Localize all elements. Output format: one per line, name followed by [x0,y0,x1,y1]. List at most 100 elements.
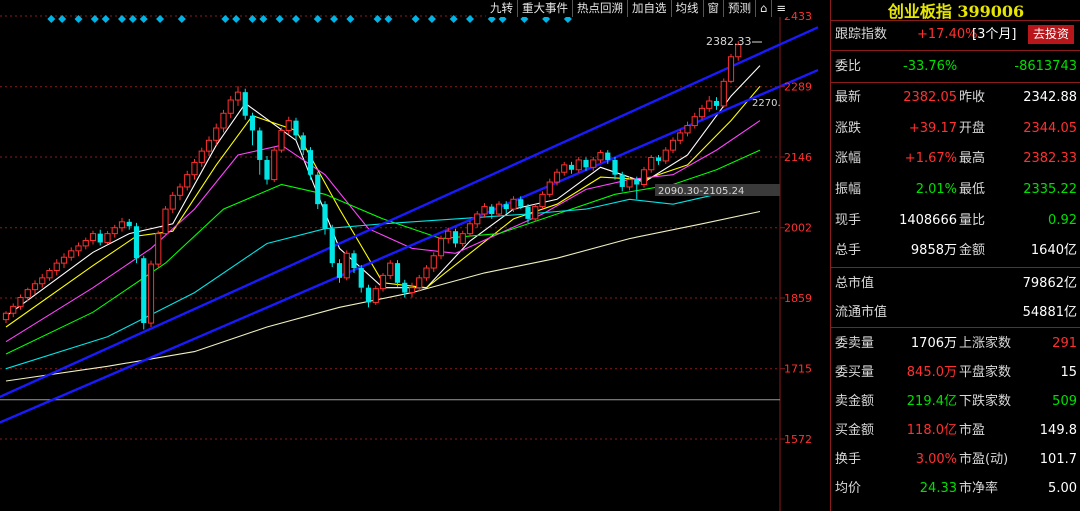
candles [2,41,742,330]
sell-volume-value: 1706万 [910,336,957,351]
row-change: 涨跌 +39.17 开盘 2344.05 [831,115,1080,143]
toolbar-major-events-button[interactable]: 重大事件 [517,0,572,17]
volume-ratio-label: 量比 [959,213,986,228]
candle-body-down [351,253,357,269]
right-price-label: 2270. [752,98,781,109]
y-tick-label: 2146 [784,151,812,164]
candle-body-up [234,91,242,101]
candle-body-up [532,206,539,220]
candle-body-up [82,240,89,247]
float-cap-label: 流通市值 [835,305,888,320]
candle-body-up [416,277,423,289]
candle-body-up [147,263,155,324]
chart-toolbar: 九转 重大事件 热点回溯 加自选 均线 窗 预测 ⌂ ≡ [486,0,790,17]
candle-body-up [271,149,278,181]
candle-body-down [568,164,575,170]
amount-value: 1640亿 [1030,243,1077,258]
candle-body-up [706,100,713,109]
candle-body-up [466,223,474,235]
prev-close-value: 2342.88 [1023,90,1077,105]
row-total-volume: 总手 9858万 金额 1640亿 [831,237,1080,265]
candle-body-down [605,152,611,160]
candle-body-up [546,181,553,195]
event-marker[interactable] [232,15,241,23]
candle-body-up [24,289,31,299]
candle-body-down [97,233,103,243]
amount-label: 金额 [959,243,986,258]
candle-body-up [111,227,118,235]
candle-body-up [278,129,285,151]
toolbar-window-button[interactable]: 窗 [702,0,724,17]
event-marker[interactable] [118,15,126,23]
candle-body-down [402,282,408,293]
pb-label: 市净率 [959,481,999,496]
y-tick-label: 1859 [784,292,812,305]
go-invest-button[interactable]: 去投资 [1028,25,1074,44]
menu-icon[interactable]: ≡ [771,0,790,17]
event-marker[interactable] [411,15,420,23]
toolbar-ma-button[interactable]: 均线 [670,0,703,17]
candle-body-up [437,238,445,257]
candle-body-down [293,120,299,136]
candle-body-up [510,198,517,210]
candle-body-down [358,268,364,288]
candle-body-up [10,305,17,314]
candle-body-up [691,116,698,127]
chart-annotations: 2382.33 2270. 2090.30-2105.24 [655,35,781,197]
divider [831,82,1080,83]
toolbar-jiuzhuan-button[interactable]: 九转 [486,0,517,17]
candle-body-up [220,112,227,129]
amplitude-value: 2.01% [915,182,957,197]
home-icon[interactable]: ⌂ [755,0,771,17]
event-marker[interactable] [177,15,186,23]
candle-body-down [322,204,328,229]
open-value: 2344.05 [1023,121,1077,136]
toolbar-add-watchlist-button[interactable]: 加自选 [627,0,671,17]
event-marker[interactable] [346,15,355,23]
divider [831,50,1080,51]
candle-body-up [677,132,684,141]
event-marker[interactable] [427,15,436,23]
candle-body-up [39,277,46,285]
event-marker[interactable] [90,15,99,23]
toolbar-hotspot-review-button[interactable]: 热点回溯 [572,0,627,17]
avg-price-label: 均价 [835,481,862,496]
candle-body-up [372,288,379,303]
candle-body-up [423,267,430,279]
candle-body-down [300,135,306,151]
row-sell-volume: 委卖量 1706万 上涨家数 291 [831,330,1080,358]
track-index-period: [3个月] [972,27,1017,42]
pe-dynamic-value: 101.7 [1039,452,1077,467]
track-index-label: 跟踪指数 [835,27,888,42]
candle-body-down [503,204,509,210]
event-marker[interactable] [156,15,165,23]
latest-value: 2382.05 [903,90,957,105]
row-track-index: 跟踪指数 +17.40% [3个月] 去投资 [831,21,1080,49]
row-turnover: 换手 3.00% 市盈(动) 101.7 [831,446,1080,474]
event-marker[interactable] [101,15,110,23]
candle-body-up [104,233,111,243]
candle-body-down [329,228,335,264]
toolbar-forecast-button[interactable]: 预测 [723,0,755,17]
candle-body-up [285,120,292,131]
event-marker[interactable] [466,15,474,23]
buy-amount-value: 118.0亿 [906,423,957,438]
candle-body-up [31,283,39,291]
sell-amount-value: 219.4亿 [906,394,957,409]
y-tick-label: 2289 [784,81,812,94]
decliners-label: 下跌家数 [959,394,1012,409]
candle-body-up [379,274,387,290]
candle-body-down [619,174,625,187]
high-value: 2382.33 [1023,151,1077,166]
event-marker[interactable] [292,15,300,23]
candle-body-up [2,312,10,321]
event-marker[interactable] [221,15,230,23]
sell-volume-label: 委卖量 [835,336,875,351]
candlestick-chart[interactable]: 2433228921462002185917151572 2382.33 227… [0,0,830,511]
candle-body-up [626,179,633,188]
low-value: 2335.22 [1023,182,1077,197]
row-amplitude: 振幅 2.01% 最低 2335.22 [831,176,1080,204]
event-marker[interactable] [47,15,56,23]
event-marker[interactable] [58,15,67,23]
market-cap-value: 79862亿 [1022,276,1077,291]
